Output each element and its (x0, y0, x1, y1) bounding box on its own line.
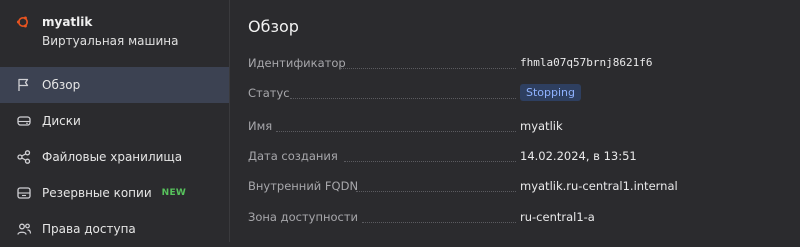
new-badge: NEW (161, 188, 187, 198)
sidebar-item-label: Права доступа (42, 222, 136, 236)
sidebar-item-file-storage[interactable]: Файловые хранилища (0, 139, 229, 175)
sidebar-item-label: Файловые хранилища (42, 150, 183, 164)
sidebar-nav: Обзор Диски Файловые хранилища Резервные… (0, 67, 229, 247)
field-value-name[interactable]: myatlik (520, 119, 563, 133)
field-label: Дата создания (248, 149, 338, 163)
field-row-name: Имя myatlik (248, 119, 768, 137)
sidebar-item-label: Диски (42, 114, 81, 128)
leader-dots (290, 98, 516, 99)
disk-icon (17, 116, 31, 126)
leader-dots (356, 191, 516, 192)
field-row-fqdn: Внутренний FQDN myatlik.ru-central1.inte… (248, 179, 768, 197)
field-value-fqdn[interactable]: myatlik.ru-central1.internal (520, 179, 678, 193)
field-label: Зона доступности (248, 210, 359, 224)
field-row-created: Дата создания 14.02.2024, в 13:51 (248, 149, 768, 167)
ubuntu-logo-icon (16, 16, 28, 28)
field-label: Имя (248, 119, 273, 133)
main-content: Обзор Идентификатор fhmla07q57brnj8621f6… (230, 0, 800, 242)
leader-dots (276, 131, 516, 132)
share-icon (17, 150, 31, 164)
sidebar-item-overview[interactable]: Обзор (0, 67, 229, 103)
backup-icon (17, 187, 31, 199)
leader-dots (362, 222, 516, 223)
status-badge: Stopping (520, 84, 582, 101)
field-value-id[interactable]: fhmla07q57brnj8621f6 (520, 56, 652, 69)
sidebar-item-disks[interactable]: Диски (0, 103, 229, 139)
flag-icon (18, 78, 29, 91)
sidebar-item-label: Обзор (42, 78, 81, 92)
field-label: Статус (248, 86, 290, 100)
field-label: Внутренний FQDN (248, 179, 359, 193)
field-value-created[interactable]: 14.02.2024, в 13:51 (520, 149, 637, 163)
sidebar-item-label: Резервные копии (42, 186, 152, 200)
field-value-zone[interactable]: ru-central1-a (520, 210, 595, 224)
field-row-status: Статус Stopping (248, 84, 768, 104)
field-row-id: Идентификатор fhmla07q57brnj8621f6 (248, 56, 768, 74)
users-icon (17, 223, 32, 235)
leader-dots (340, 68, 516, 69)
sidebar: myatlik Виртуальная машина Обзор Диски Ф… (0, 0, 230, 242)
sidebar-item-backups[interactable]: Резервные копии NEW (0, 175, 229, 211)
page-title: Обзор (248, 17, 299, 36)
field-row-zone: Зона доступности ru-central1-a (248, 210, 768, 228)
leader-dots (344, 161, 516, 162)
vm-name: myatlik (42, 15, 93, 29)
vm-type: Виртуальная машина (42, 34, 179, 48)
field-label: Идентификатор (248, 56, 346, 70)
